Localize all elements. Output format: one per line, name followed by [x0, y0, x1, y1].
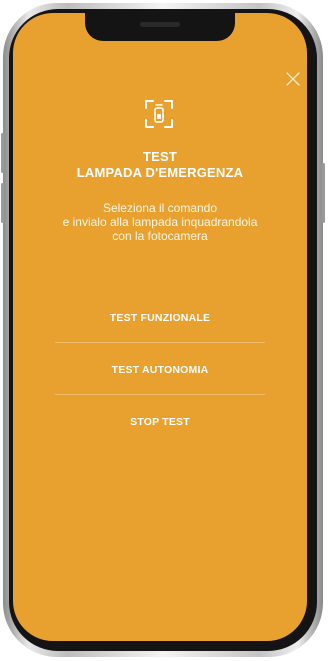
app-screen: TEST LAMPADA D'EMERGENZA Seleziona il co…: [13, 13, 307, 641]
test-funzionale-button[interactable]: TEST FUNZIONALE: [45, 303, 275, 333]
volume-button: [1, 133, 4, 173]
power-button: [322, 163, 325, 223]
instruction-text: e invialo alla lampada inquadrandola: [62, 215, 258, 229]
camera-scan-icon: [142, 97, 176, 131]
divider: [55, 342, 265, 343]
notch: [85, 13, 235, 41]
instruction-text: con la fotocamera: [112, 229, 208, 243]
speaker-grille: [140, 22, 180, 27]
page-title: TEST: [142, 149, 178, 164]
volume-button: [1, 183, 4, 223]
close-button[interactable]: [283, 69, 303, 89]
instruction-text: Seleziona il comando: [102, 201, 218, 215]
close-icon: [286, 72, 300, 86]
test-autonomia-button[interactable]: TEST AUTONOMIA: [45, 355, 275, 385]
page-subtitle: LAMPADA D'EMERGENZA: [76, 165, 244, 180]
stop-test-button[interactable]: STOP TEST: [45, 407, 275, 437]
divider: [55, 394, 265, 395]
